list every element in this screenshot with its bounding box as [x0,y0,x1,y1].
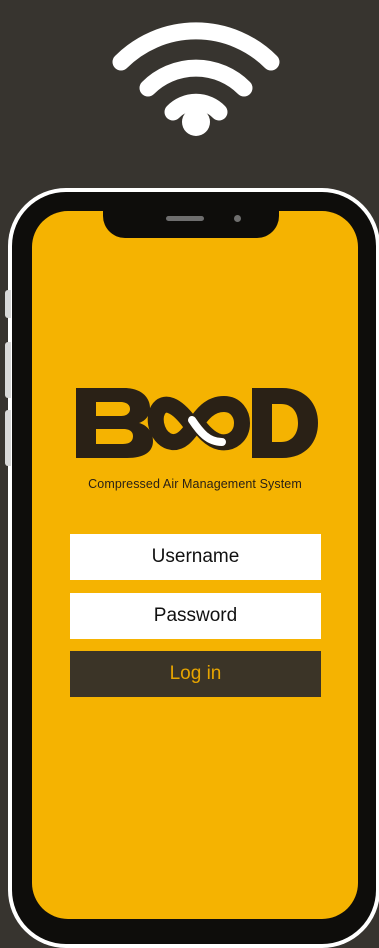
username-input[interactable] [70,534,321,580]
brand-logo [76,388,318,458]
wifi-icon [112,22,280,136]
volume-up-button [5,342,11,398]
password-input[interactable] [70,593,321,639]
front-camera [234,215,241,222]
mute-switch [5,290,11,318]
brand-tagline: Compressed Air Management System [88,477,302,491]
login-button[interactable]: Log in [70,651,321,697]
speaker-grille [166,216,204,221]
volume-down-button [5,410,11,466]
